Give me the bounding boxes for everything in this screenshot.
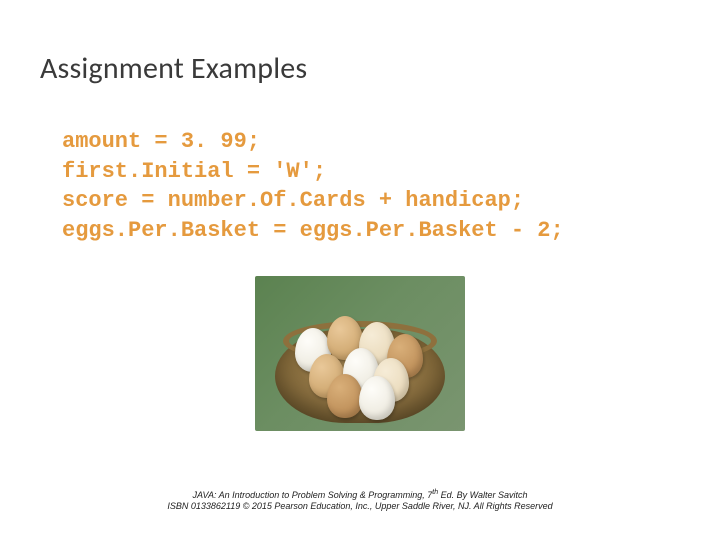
code-line-1: amount = 3. 99; [62, 129, 260, 154]
footer-line-2: ISBN 0133862119 © 2015 Pearson Education… [0, 501, 720, 512]
slide-title: Assignment Examples [40, 50, 680, 87]
code-line-4: eggs.Per.Basket = eggs.Per.Basket - 2; [62, 218, 564, 243]
egg-icon [359, 376, 395, 420]
eggs-basket-image [255, 276, 465, 431]
code-line-3: score = number.Of.Cards + handicap; [62, 188, 524, 213]
footer-text: JAVA: An Introduction to Problem Solving… [192, 490, 432, 500]
footer-line-1: JAVA: An Introduction to Problem Solving… [0, 489, 720, 501]
code-example: amount = 3. 99; first.Initial = 'W'; sco… [62, 127, 680, 246]
egg-icon [327, 374, 363, 418]
footer-text: Ed. By Walter Savitch [438, 490, 527, 500]
slide: Assignment Examples amount = 3. 99; firs… [0, 0, 720, 540]
copyright-footer: JAVA: An Introduction to Problem Solving… [0, 489, 720, 513]
code-line-2: first.Initial = 'W'; [62, 159, 326, 184]
